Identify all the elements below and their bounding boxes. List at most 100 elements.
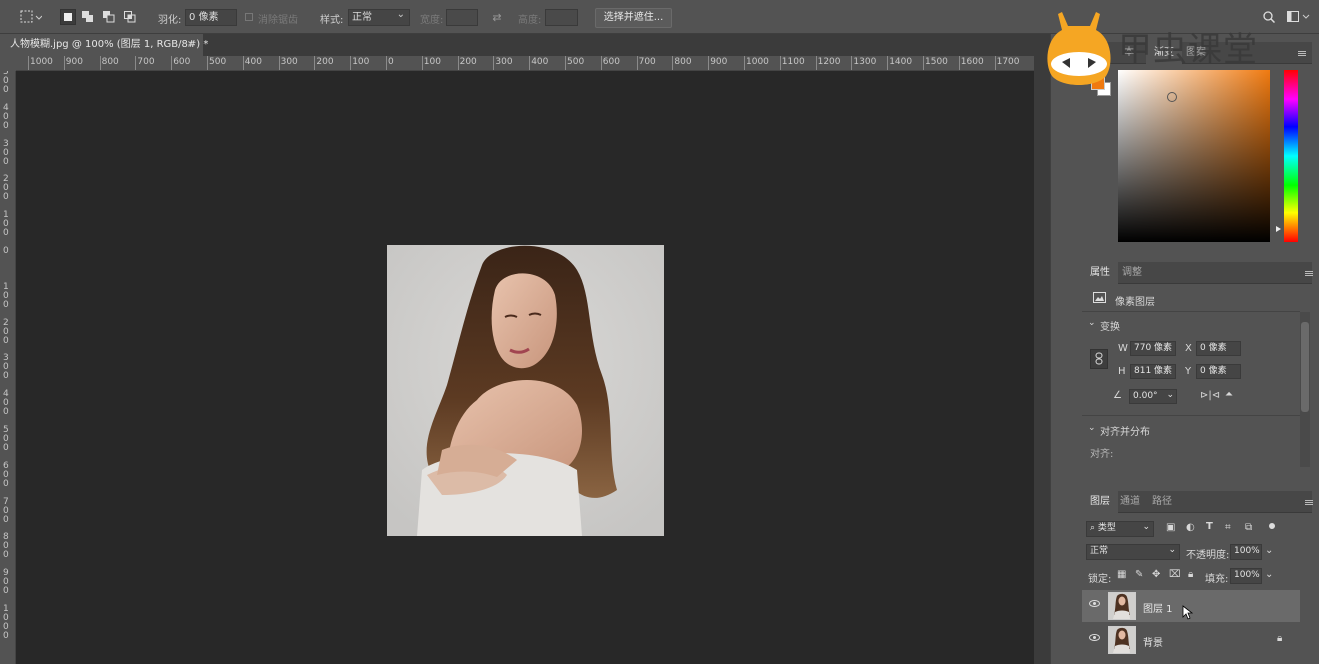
new-selection-icon[interactable] xyxy=(60,9,76,25)
color-panel-menu-icon[interactable] xyxy=(1298,51,1306,56)
ruler-tick-label: 1100 xyxy=(781,57,805,67)
angle-field[interactable]: 0.00° ⌄ xyxy=(1129,389,1177,404)
filter-toggle-icon[interactable] xyxy=(1269,523,1275,529)
properties-panel-header: 属性 调整 xyxy=(1082,262,1313,284)
properties-scrollbar[interactable] xyxy=(1300,312,1310,467)
align-label: 对齐: xyxy=(1090,449,1114,460)
transform-chevron-icon[interactable]: ⌄ xyxy=(1088,318,1096,328)
select-and-mask-button[interactable]: 选择并遮住... xyxy=(595,8,672,28)
tab-adjustments[interactable]: 调整 xyxy=(1114,262,1150,284)
link-dimensions-icon[interactable] xyxy=(1090,349,1108,369)
close-tab-icon[interactable]: × xyxy=(187,34,195,56)
subtract-from-selection-icon[interactable] xyxy=(101,9,117,25)
opacity-field[interactable]: 100% xyxy=(1230,544,1262,560)
layer-thumbnail xyxy=(1108,626,1136,654)
align-chevron-icon[interactable]: ⌄ xyxy=(1088,423,1096,433)
antialias-checkbox[interactable] xyxy=(245,13,253,21)
color-picker-field[interactable] xyxy=(1118,70,1270,242)
lock-image-icon[interactable]: ✎ xyxy=(1135,569,1143,580)
align-section-title[interactable]: 对齐并分布 xyxy=(1100,423,1150,438)
ruler-tick xyxy=(493,56,495,70)
marquee-tool-preset-icon[interactable] xyxy=(18,9,44,25)
width-input[interactable] xyxy=(446,9,478,26)
intersect-selection-icon[interactable] xyxy=(122,9,138,25)
ruler-tick xyxy=(744,56,745,70)
add-to-selection-icon[interactable] xyxy=(80,9,96,25)
ruler-tick-label: 100 xyxy=(3,281,9,310)
ruler-tick xyxy=(600,56,602,70)
layer-filter-select[interactable]: ⌕ 类型 ⌄ xyxy=(1086,521,1154,537)
properties-menu-icon[interactable] xyxy=(1305,271,1313,276)
layer-row[interactable]: 背景 🔒︎ xyxy=(1082,624,1300,656)
divider xyxy=(1082,311,1300,312)
visibility-eye-icon[interactable] xyxy=(1089,600,1100,607)
visibility-eye-icon[interactable] xyxy=(1089,634,1100,641)
opacity-dropdown-icon[interactable]: ⌄ xyxy=(1265,545,1273,556)
x-label: X xyxy=(1185,343,1192,354)
document-image[interactable] xyxy=(387,245,664,536)
hue-slider-handle[interactable] xyxy=(1276,226,1281,232)
ruler-tick xyxy=(672,56,674,70)
lock-transparent-icon[interactable]: ▦ xyxy=(1117,569,1126,580)
hue-slider[interactable] xyxy=(1284,70,1298,242)
layer-thumbnail xyxy=(1108,592,1136,620)
horizontal-ruler[interactable]: 1000 900 800 700 600 500 400 300 200 100 0 100 200 30… xyxy=(0,56,1034,71)
workspace-switcher-icon[interactable] xyxy=(1286,9,1312,25)
ruler-tick-label: 600 xyxy=(173,57,191,67)
divider xyxy=(1082,415,1300,416)
ruler-tick-label: 700 xyxy=(137,57,155,67)
feather-input[interactable]: 0 像素 xyxy=(185,9,237,26)
y-label: Y xyxy=(1185,366,1192,377)
tab-channels[interactable]: 通道 xyxy=(1112,491,1148,513)
tab-paths[interactable]: 路径 xyxy=(1144,491,1180,513)
w-label: W xyxy=(1118,343,1128,354)
color-picker-cursor[interactable] xyxy=(1167,92,1177,102)
document-tab[interactable]: 人物模糊.jpg @ 100% (图层 1, RGB/8#) * × xyxy=(0,34,208,56)
y-field[interactable]: 0 像素 xyxy=(1196,364,1241,379)
ruler-tick xyxy=(28,56,29,70)
ruler-tick-label: 500 xyxy=(3,67,9,95)
filter-type-icon[interactable]: T xyxy=(1206,521,1213,532)
ruler-tick xyxy=(708,56,710,70)
filter-pixel-icon[interactable]: ▣ xyxy=(1166,522,1175,533)
ruler-tick xyxy=(529,56,531,70)
height-field[interactable]: 811 像素 xyxy=(1130,364,1176,379)
fill-field[interactable]: 100% xyxy=(1230,568,1262,584)
filter-shape-icon[interactable]: ⌗ xyxy=(1225,522,1231,533)
flip-horizontal-icon[interactable]: ⊳|⊲ xyxy=(1200,390,1220,401)
height-input[interactable] xyxy=(545,9,578,26)
ruler-tick-label: 700 xyxy=(638,57,656,67)
vertical-ruler[interactable]: 500 400 300 200 100 0 100 200 300 400 500 600 700 800… xyxy=(0,67,16,664)
filter-adjustment-icon[interactable]: ◐ xyxy=(1186,522,1195,533)
swap-dimensions-icon[interactable]: ⇄ xyxy=(490,9,504,25)
ruler-tick-label: 100 xyxy=(423,57,441,67)
lock-all-icon[interactable]: 🔒︎ xyxy=(1188,569,1193,580)
ruler-tick-label: 400 xyxy=(244,57,262,67)
x-field[interactable]: 0 像素 xyxy=(1196,341,1241,356)
transform-section-title[interactable]: 变换 xyxy=(1100,318,1120,333)
layer-name[interactable]: 图层 1 xyxy=(1143,600,1173,615)
lock-artboard-icon[interactable]: ⌧ xyxy=(1169,569,1181,580)
layers-menu-icon[interactable] xyxy=(1305,500,1313,505)
lock-position-icon[interactable]: ✥ xyxy=(1152,569,1160,580)
ruler-tick-label: 200 xyxy=(459,57,477,67)
ruler-tick-label: 1300 xyxy=(853,57,877,67)
filter-smart-object-icon[interactable]: ⧉ xyxy=(1245,522,1252,533)
blend-mode-select[interactable]: 正常 ⌄ xyxy=(1086,544,1180,560)
ruler-tick xyxy=(350,56,352,70)
layer-name[interactable]: 背景 xyxy=(1143,634,1163,649)
style-select[interactable]: 正常 xyxy=(348,7,410,26)
ruler-tick-label: 1400 xyxy=(889,57,913,67)
tab-properties[interactable]: 属性 xyxy=(1082,262,1118,284)
feather-label: 羽化: xyxy=(158,15,182,26)
width-label: 宽度: xyxy=(420,15,444,26)
flip-vertical-icon[interactable]: ⏶ xyxy=(1225,389,1233,400)
ruler-tick-label: 0 xyxy=(388,57,394,67)
lock-label: 锁定: xyxy=(1088,574,1112,585)
fill-dropdown-icon[interactable]: ⌄ xyxy=(1265,569,1273,580)
blend-mode-value: 正常 xyxy=(1090,546,1109,556)
width-field[interactable]: 770 像素 xyxy=(1130,341,1176,356)
ruler-corner xyxy=(0,56,16,71)
ruler-tick-label: 200 xyxy=(316,57,334,67)
vertical-scrollbar[interactable] xyxy=(1034,56,1050,664)
